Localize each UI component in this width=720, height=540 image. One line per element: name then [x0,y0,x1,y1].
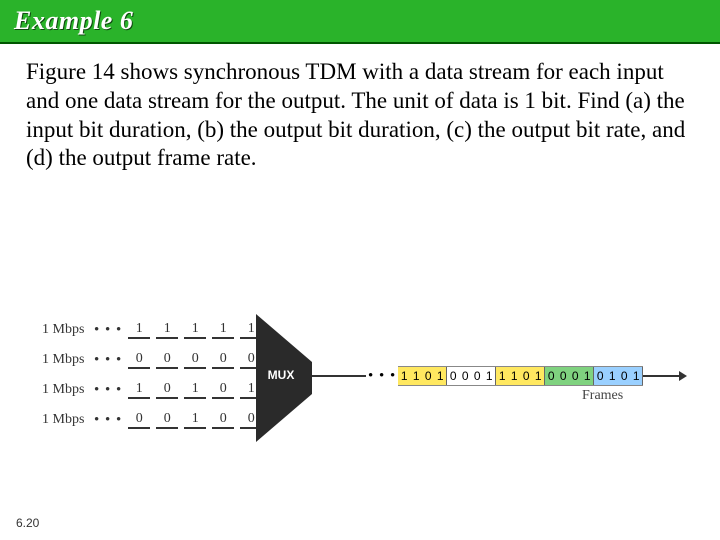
output-frame: 0001 [447,367,496,385]
frame-bit: 0 [594,367,606,385]
output-frame: 1101 [398,367,447,385]
mux-label: MUX [251,368,311,382]
output-frame: 0001 [545,367,594,385]
output-stream: • • • 11010001110100010101 [312,366,681,386]
frame-bit: 0 [618,367,630,385]
frame-bit: 1 [398,367,410,385]
frame-bit: 1 [630,367,643,385]
input-bits: 10101 [128,381,268,399]
input-row: 1 Mbps• • •11111 [42,318,268,342]
bit-value: 1 [184,321,206,339]
frame-bit: 1 [496,367,508,385]
tdm-figure: 1 Mbps• • •111111 Mbps• • •000001 Mbps• … [42,296,682,476]
input-bits: 11111 [128,321,268,339]
ellipsis-icon: • • • [368,368,396,385]
frame-bit: 0 [569,367,581,385]
slide-title: Example 6 [14,6,133,36]
bit-value: 0 [212,351,234,369]
page-number: 6.20 [16,516,39,530]
bit-value: 0 [128,351,150,369]
title-underline [0,42,720,44]
bit-value: 0 [156,351,178,369]
frame-bit: 0 [471,367,483,385]
input-rate: 1 Mbps [42,352,94,368]
input-streams: 1 Mbps• • •11111 1 Mbps• • •00000 1 Mbps• … [42,318,268,432]
problem-statement: Figure 14 shows synchronous TDM with a d… [26,58,694,173]
input-row: 1 Mbps• • •00100 [42,408,268,432]
input-rate: 1 Mbps [42,382,94,398]
title-bar: Example 6 [0,0,720,42]
frame-bit: 1 [483,367,496,385]
bit-value: 0 [128,411,150,429]
frame-bit: 1 [532,367,545,385]
frame-bit: 1 [606,367,618,385]
bit-value: 1 [212,321,234,339]
frame-bit: 1 [410,367,422,385]
output-frames: 11010001110100010101 [398,366,643,386]
frame-bit: 0 [459,367,471,385]
frame-bit: 0 [422,367,434,385]
bit-value: 0 [156,411,178,429]
frame-bit: 1 [434,367,447,385]
output-frame: 1101 [496,367,545,385]
bit-value: 0 [156,381,178,399]
input-rate: 1 Mbps [42,322,94,338]
frame-bit: 0 [557,367,569,385]
input-bits: 00100 [128,411,268,429]
input-row: 1 Mbps• • •10101 [42,378,268,402]
bit-value: 0 [212,411,234,429]
frame-bit: 0 [447,367,459,385]
bit-value: 0 [212,381,234,399]
frame-bit: 1 [581,367,594,385]
output-frame: 0101 [594,367,643,385]
mux-block: MUX [256,314,312,442]
frame-bit: 0 [520,367,532,385]
frame-bit: 1 [508,367,520,385]
bit-value: 1 [128,381,150,399]
bit-value: 1 [128,321,150,339]
input-bits: 00000 [128,351,268,369]
frames-label: Frames [582,388,623,404]
arrow-right-icon [643,375,681,377]
bit-value: 0 [184,351,206,369]
bit-value: 1 [184,411,206,429]
output-wire [312,375,366,377]
bit-value: 1 [184,381,206,399]
input-row: 1 Mbps• • •00000 [42,348,268,372]
frame-bit: 0 [545,367,557,385]
input-rate: 1 Mbps [42,412,94,428]
bit-value: 1 [156,321,178,339]
